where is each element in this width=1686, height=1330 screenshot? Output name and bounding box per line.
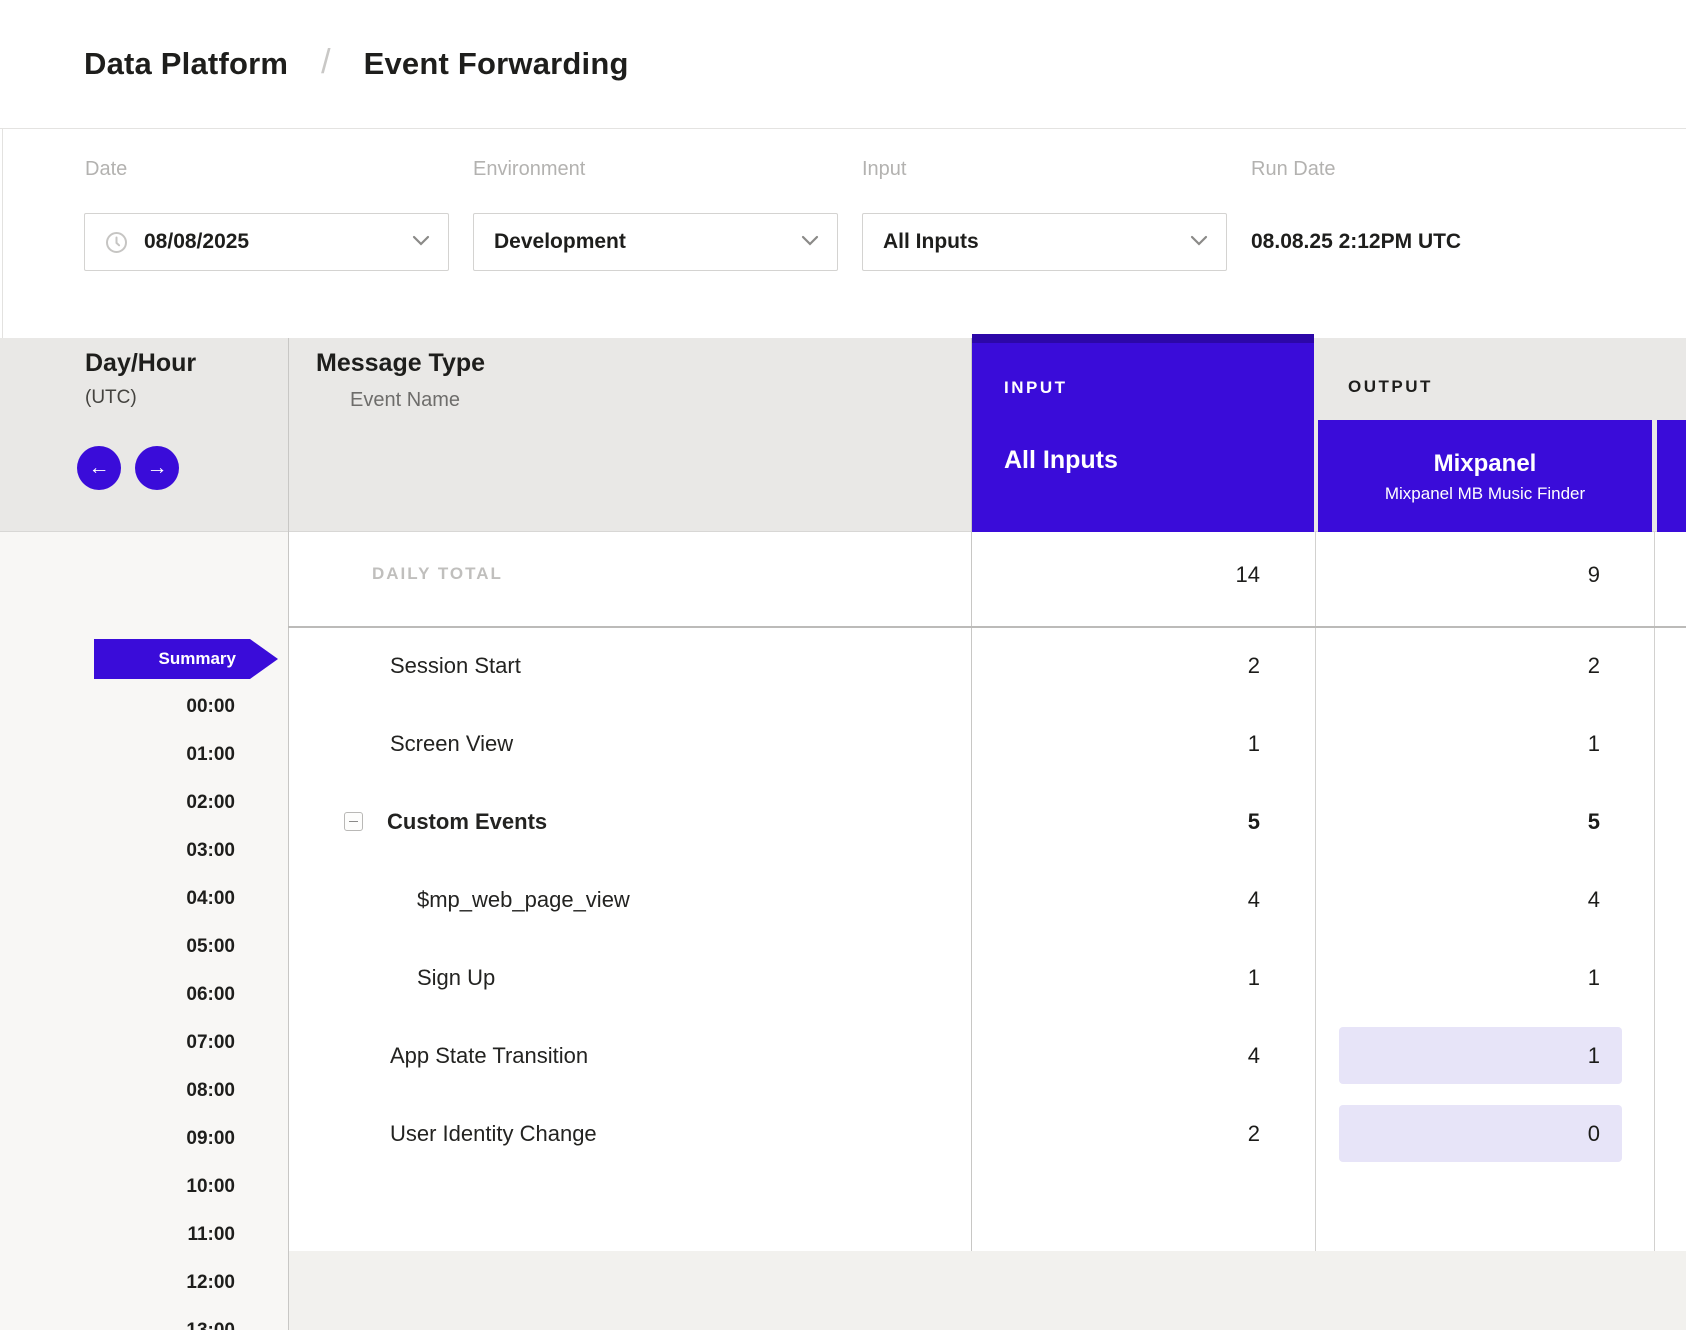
row-label: $mp_web_page_view	[417, 861, 630, 939]
table-row-mp-web-page-view: $mp_web_page_view 4 4	[288, 861, 1686, 939]
utc-subtitle: (UTC)	[85, 387, 137, 409]
breadcrumb-bar: Data Platform / Event Forwarding	[0, 0, 1686, 129]
output-cell-value: 2	[1400, 627, 1600, 705]
row-label: User Identity Change	[390, 1095, 597, 1173]
message-type-header: Message Type	[316, 349, 485, 378]
hour-label-03: 03:00	[0, 827, 235, 875]
input-filter-value: All Inputs	[883, 230, 979, 254]
input-cell-value: 2	[1060, 1095, 1260, 1173]
output-cell-value: 4	[1400, 861, 1600, 939]
output-cell-highlight: 1	[1339, 1027, 1622, 1084]
arrow-right-icon: →	[147, 456, 168, 480]
chevron-down-icon	[412, 233, 430, 251]
input-cell-value: 4	[1060, 1017, 1260, 1095]
output-cell-value: 5	[1400, 783, 1600, 861]
page-title-event-forwarding: Event Forwarding	[364, 46, 629, 82]
row-label: Custom Events	[387, 783, 547, 861]
hour-label-11: 11:00	[0, 1211, 235, 1259]
input-column-top-strip	[972, 334, 1314, 343]
day-hour-header: Day/Hour	[85, 349, 196, 378]
daily-total-output-value: 9	[1352, 562, 1600, 588]
output-cell-value: 1	[1400, 705, 1600, 783]
input-cell-value: 1	[1060, 705, 1260, 783]
input-cell-value: 5	[1060, 783, 1260, 861]
hour-label-09: 09:00	[0, 1115, 235, 1163]
environment-dropdown[interactable]: Development	[473, 213, 838, 271]
input-column-name: All Inputs	[1004, 446, 1118, 475]
breadcrumb-section-data-platform[interactable]: Data Platform	[84, 46, 288, 82]
input-cell-value: 2	[1060, 627, 1260, 705]
hour-label-04: 04:00	[0, 875, 235, 923]
environment-filter-label: Environment	[473, 158, 585, 181]
input-dropdown[interactable]: All Inputs	[862, 213, 1227, 271]
hour-label-02: 02:00	[0, 779, 235, 827]
input-cell-value: 1	[1060, 939, 1260, 1017]
run-date-value: 08.08.25 2:12PM UTC	[1251, 213, 1461, 271]
hour-label-08: 08:00	[0, 1067, 235, 1115]
breadcrumb-separator: /	[321, 43, 330, 82]
hour-label-05: 05:00	[0, 923, 235, 971]
chevron-down-icon	[1190, 233, 1208, 251]
run-date-label: Run Date	[1251, 158, 1336, 181]
table-empty-area	[289, 1251, 1686, 1330]
summary-badge-arrow	[250, 639, 278, 679]
event-forwarding-page: Data Platform / Event Forwarding Date En…	[0, 0, 1686, 1330]
output-column-header-mixpanel[interactable]: Mixpanel Mixpanel MB Music Finder	[1318, 420, 1652, 532]
clock-icon	[105, 231, 128, 254]
collapse-toggle[interactable]	[344, 812, 363, 831]
hour-label-12: 12:00	[0, 1259, 235, 1307]
chevron-down-icon	[801, 233, 819, 251]
input-filter-label: Input	[862, 158, 906, 181]
table-row-user-identity-change: User Identity Change 2 0	[288, 1095, 1686, 1173]
summary-badge: Summary	[94, 639, 250, 679]
table-row-session-start: Session Start 2 2	[288, 627, 1686, 705]
input-group-label: INPUT	[1004, 378, 1068, 398]
output-name: Mixpanel	[1434, 450, 1537, 478]
daily-total-input-value: 14	[1012, 562, 1260, 588]
daily-total-label: DAILY TOTAL	[372, 564, 503, 584]
table-row-screen-view: Screen View 1 1	[288, 705, 1686, 783]
output-cell-value: 1	[1400, 939, 1600, 1017]
summary-label: Summary	[159, 649, 236, 669]
breadcrumb: Data Platform / Event Forwarding	[84, 0, 629, 128]
row-label: App State Transition	[390, 1017, 588, 1095]
next-day-button[interactable]: →	[135, 446, 179, 490]
output-connection-name: Mixpanel MB Music Finder	[1385, 484, 1585, 504]
date-value: 08/08/2025	[144, 230, 249, 254]
hour-label-07: 07:00	[0, 1019, 235, 1067]
row-label: Screen View	[390, 705, 513, 783]
previous-day-button[interactable]: ←	[77, 446, 121, 490]
date-filter-label: Date	[85, 158, 127, 181]
minus-icon	[349, 821, 358, 823]
event-name-subtitle: Event Name	[350, 389, 460, 412]
hour-label-10: 10:00	[0, 1163, 235, 1211]
input-column-header[interactable]: INPUT All Inputs	[972, 334, 1314, 532]
date-dropdown[interactable]: 08/08/2025	[84, 213, 449, 271]
row-label: Sign Up	[417, 939, 495, 1017]
input-cell-value: 4	[1060, 861, 1260, 939]
output-cell-highlight: 0	[1339, 1105, 1622, 1162]
hour-label-13: 13:00	[0, 1307, 235, 1330]
output-group-label: OUTPUT	[1348, 377, 1433, 397]
table-row-custom-events: Custom Events 5 5	[288, 783, 1686, 861]
hour-label-06: 06:00	[0, 971, 235, 1019]
table-row-sign-up: Sign Up 1 1	[288, 939, 1686, 1017]
environment-value: Development	[494, 230, 626, 254]
arrow-left-icon: ←	[89, 456, 110, 480]
hour-label-00: 00:00	[0, 683, 235, 731]
row-label: Session Start	[390, 627, 521, 705]
table-row-app-state-transition: App State Transition 4 1	[288, 1017, 1686, 1095]
output-column-partial	[1657, 420, 1686, 532]
hour-label-01: 01:00	[0, 731, 235, 779]
